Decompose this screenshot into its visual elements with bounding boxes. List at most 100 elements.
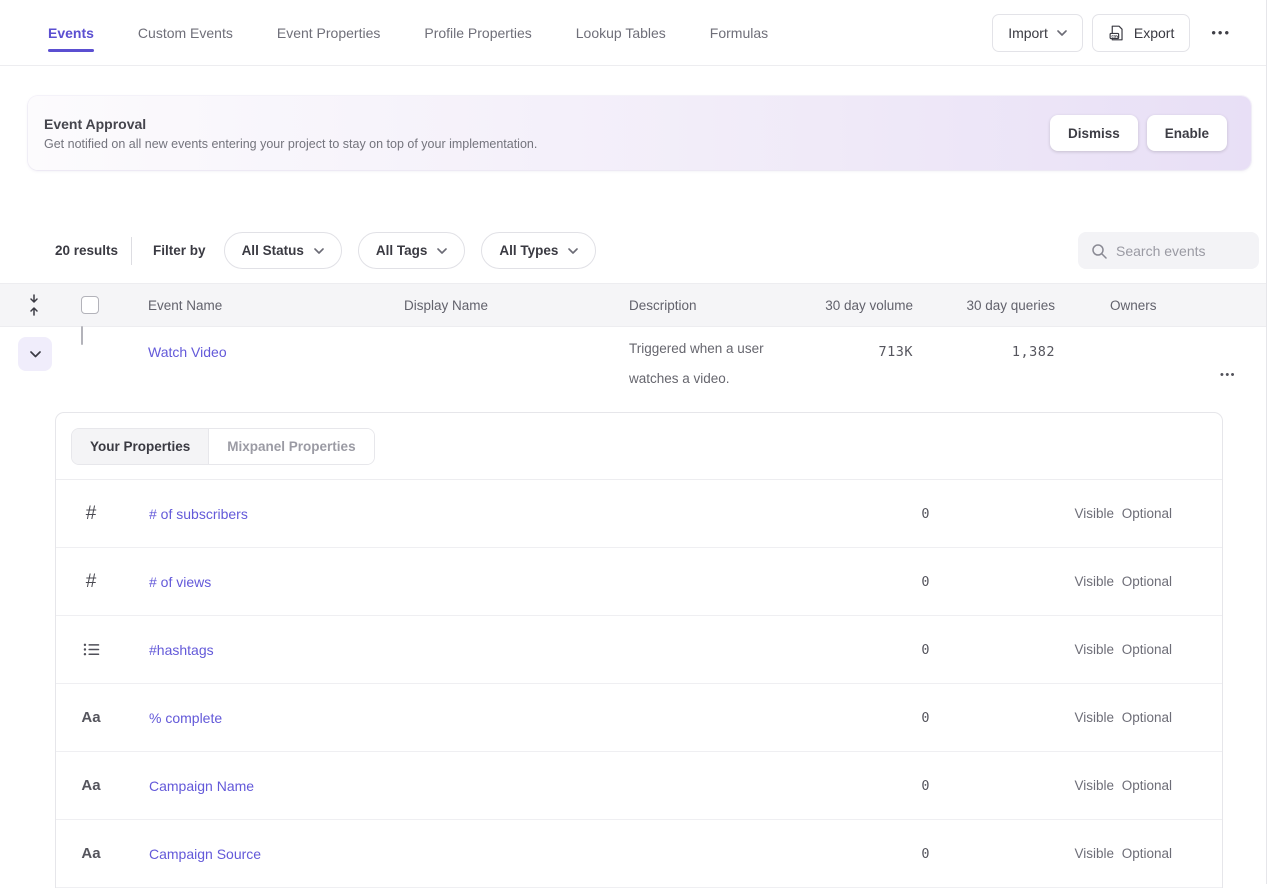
dismiss-button[interactable]: Dismiss (1050, 115, 1138, 151)
row-checkbox[interactable] (81, 326, 83, 345)
toolbar: Import csv Export ••• (992, 14, 1235, 52)
property-name-link[interactable]: Campaign Name (126, 778, 682, 794)
property-requirement: Optional (1122, 642, 1222, 657)
properties-tabs-bar: Your Properties Mixpanel Properties (56, 413, 1222, 480)
tab-profile-properties[interactable]: Profile Properties (424, 25, 531, 41)
event-table-header: Event Name Display Name Description 30 d… (0, 283, 1279, 327)
types-filter-dropdown[interactable]: All Types (481, 232, 596, 269)
property-requirement: Optional (1122, 846, 1222, 861)
properties-tab-group: Your Properties Mixpanel Properties (71, 428, 375, 465)
volume-value: 713K (878, 344, 913, 412)
tags-filter-label: All Tags (376, 243, 428, 258)
text-property-icon: Aa (81, 777, 100, 794)
property-volume: 0 (921, 574, 930, 590)
property-row: #hashtags 0 Visible Optional (56, 616, 1222, 684)
tags-filter-dropdown[interactable]: All Tags (358, 232, 466, 269)
property-requirement: Optional (1122, 710, 1222, 725)
number-property-icon: # (86, 571, 97, 593)
tab-mixpanel-properties[interactable]: Mixpanel Properties (209, 429, 373, 464)
enable-button[interactable]: Enable (1147, 115, 1227, 151)
chevron-down-icon (437, 248, 447, 254)
banner-text: Event Approval Get notified on all new e… (44, 116, 537, 151)
property-name-link[interactable]: # of subscribers (126, 506, 682, 522)
property-volume: 0 (921, 710, 930, 726)
property-visibility: Visible (1074, 506, 1114, 521)
property-name-link[interactable]: #hashtags (126, 642, 682, 658)
column-header-30-day-volume: 30 day volume (800, 284, 913, 326)
tab-formulas[interactable]: Formulas (710, 25, 768, 41)
list-property-icon (83, 642, 100, 657)
scrollbar-gutter[interactable] (1266, 0, 1279, 884)
banner-description: Get notified on all new events entering … (44, 137, 537, 151)
property-visibility: Visible (1074, 710, 1114, 725)
property-row: # # of subscribers 0 Visible Optional (56, 480, 1222, 548)
column-header-30-day-queries: 30 day queries (913, 284, 1055, 326)
tab-events[interactable]: Events (48, 25, 94, 41)
csv-file-icon: csv (1108, 24, 1125, 42)
filter-by-label: Filter by (153, 243, 206, 258)
tab-your-properties[interactable]: Your Properties (72, 429, 209, 464)
results-count: 20 results (55, 243, 118, 258)
property-name-link[interactable]: % complete (126, 710, 682, 726)
property-volume: 0 (921, 506, 930, 522)
property-volume: 0 (921, 846, 930, 862)
display-name-cell (390, 327, 615, 412)
property-requirement: Optional (1122, 506, 1222, 521)
property-volume: 0 (921, 778, 930, 794)
search-box (1078, 232, 1259, 269)
export-button-label: Export (1134, 25, 1174, 41)
collapse-rows-icon[interactable] (28, 294, 40, 316)
status-filter-dropdown[interactable]: All Status (224, 232, 342, 269)
event-description: Triggered when a user watches a video. (615, 327, 800, 412)
property-visibility: Visible (1074, 642, 1114, 657)
banner-title: Event Approval (44, 116, 537, 132)
text-property-icon: Aa (81, 845, 100, 862)
more-options-icon[interactable]: ••• (1207, 19, 1235, 46)
chevron-down-icon (30, 351, 41, 358)
column-header-display-name: Display Name (390, 284, 615, 326)
column-header-event-name: Event Name (130, 284, 390, 326)
property-name-link[interactable]: Campaign Source (126, 846, 682, 862)
export-button[interactable]: csv Export (1092, 14, 1190, 52)
tab-lookup-tables[interactable]: Lookup Tables (576, 25, 666, 41)
property-row: Aa % complete 0 Visible Optional (56, 684, 1222, 752)
banner-actions: Dismiss Enable (1050, 115, 1227, 151)
queries-value: 1,382 (1012, 344, 1055, 412)
property-requirement: Optional (1122, 778, 1222, 793)
property-visibility: Visible (1074, 778, 1114, 793)
event-approval-banner: Event Approval Get notified on all new e… (28, 96, 1251, 170)
chevron-down-icon (568, 248, 578, 254)
property-visibility: Visible (1074, 574, 1114, 589)
property-visibility: Visible (1074, 846, 1114, 861)
column-header-description: Description (615, 284, 800, 326)
tab-event-properties[interactable]: Event Properties (277, 25, 381, 41)
import-button[interactable]: Import (992, 14, 1083, 52)
select-all-checkbox[interactable] (81, 296, 99, 314)
filter-bar: 20 results Filter by All Status All Tags… (55, 232, 1279, 269)
properties-panel: Your Properties Mixpanel Properties # # … (55, 412, 1223, 888)
top-nav: Events Custom Events Event Properties Pr… (0, 0, 1279, 66)
divider (131, 237, 132, 265)
nav-tabs: Events Custom Events Event Properties Pr… (48, 25, 768, 41)
text-property-icon: Aa (81, 709, 100, 726)
chevron-down-icon (1057, 30, 1067, 36)
status-filter-label: All Status (242, 243, 304, 258)
svg-text:csv: csv (1111, 33, 1119, 38)
owners-cell (1110, 327, 1190, 412)
property-row: Aa Campaign Name 0 Visible Optional (56, 752, 1222, 820)
search-icon (1091, 243, 1107, 259)
column-header-owners: Owners (1110, 284, 1190, 326)
event-name-link[interactable]: Watch Video (130, 327, 390, 412)
property-volume: 0 (921, 642, 930, 658)
types-filter-label: All Types (499, 243, 558, 258)
property-row: Aa Campaign Source 0 Visible Optional (56, 820, 1222, 888)
table-row-watch-video: Watch Video Triggered when a user watche… (0, 327, 1279, 412)
tab-custom-events[interactable]: Custom Events (138, 25, 233, 41)
row-more-options-icon[interactable]: ••• (1216, 337, 1240, 412)
collapse-row-button[interactable] (18, 337, 52, 371)
property-row: # # of views 0 Visible Optional (56, 548, 1222, 616)
import-button-label: Import (1008, 25, 1048, 41)
chevron-down-icon (314, 248, 324, 254)
property-requirement: Optional (1122, 574, 1222, 589)
property-name-link[interactable]: # of views (126, 574, 682, 590)
